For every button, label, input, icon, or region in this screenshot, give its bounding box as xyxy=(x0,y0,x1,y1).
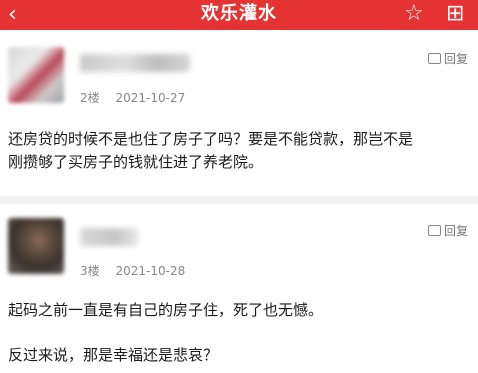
reply-icon xyxy=(428,53,441,64)
post-floor-3: 3楼 2021-10-28 回复 起码之前一直是有自己的房子住，死了也无憾。 反… xyxy=(0,204,478,373)
avatar[interactable] xyxy=(8,47,64,103)
avatar[interactable] xyxy=(8,218,64,274)
content-line: 刚攒够了买房子的钱就住进了养老院。 xyxy=(8,153,264,171)
content-line: 反过来说，那是幸福还是悲哀？ xyxy=(8,346,219,364)
post-content: 起码之前一直是有自己的房子住，死了也无憾。 反过来说，那是幸福还是悲哀？ xyxy=(8,299,470,367)
post-meta: 3楼 2021-10-28 xyxy=(80,262,185,279)
reply-label: 回复 xyxy=(444,52,469,66)
more-icon[interactable]: ⊞ xyxy=(446,2,464,26)
reply-label: 回复 xyxy=(444,224,469,238)
content-line: 起码之前一直是有自己的房子住，死了也无憾。 xyxy=(8,301,324,319)
reply-icon xyxy=(428,225,441,236)
reply-button[interactable]: 回复 xyxy=(428,222,468,239)
floor-number: 3楼 xyxy=(80,264,100,278)
top-bar: ‹ 欢乐灌水 ☆ ⊞ xyxy=(0,0,478,30)
post-meta: 2楼 2021-10-27 xyxy=(80,89,185,106)
post-content: 还房贷的时候不是也住了房子了吗？要是不能贷款，那岂不是 刚攒够了买房子的钱就住进… xyxy=(8,128,470,174)
floor-number: 2楼 xyxy=(80,91,100,105)
content-line: 还房贷的时候不是也住了房子了吗？要是不能贷款，那岂不是 xyxy=(8,130,414,148)
username-blurred[interactable] xyxy=(80,54,190,72)
post-floor-2: 2楼 2021-10-27 回复 还房贷的时候不是也住了房子了吗？要是不能贷款，… xyxy=(0,30,478,200)
post-divider xyxy=(0,196,478,204)
post-date: 2021-10-27 xyxy=(115,91,186,105)
reply-button[interactable]: 回复 xyxy=(428,50,468,67)
post-date: 2021-10-28 xyxy=(115,264,186,278)
star-icon[interactable]: ☆ xyxy=(404,2,424,26)
username-blurred[interactable] xyxy=(80,228,138,246)
